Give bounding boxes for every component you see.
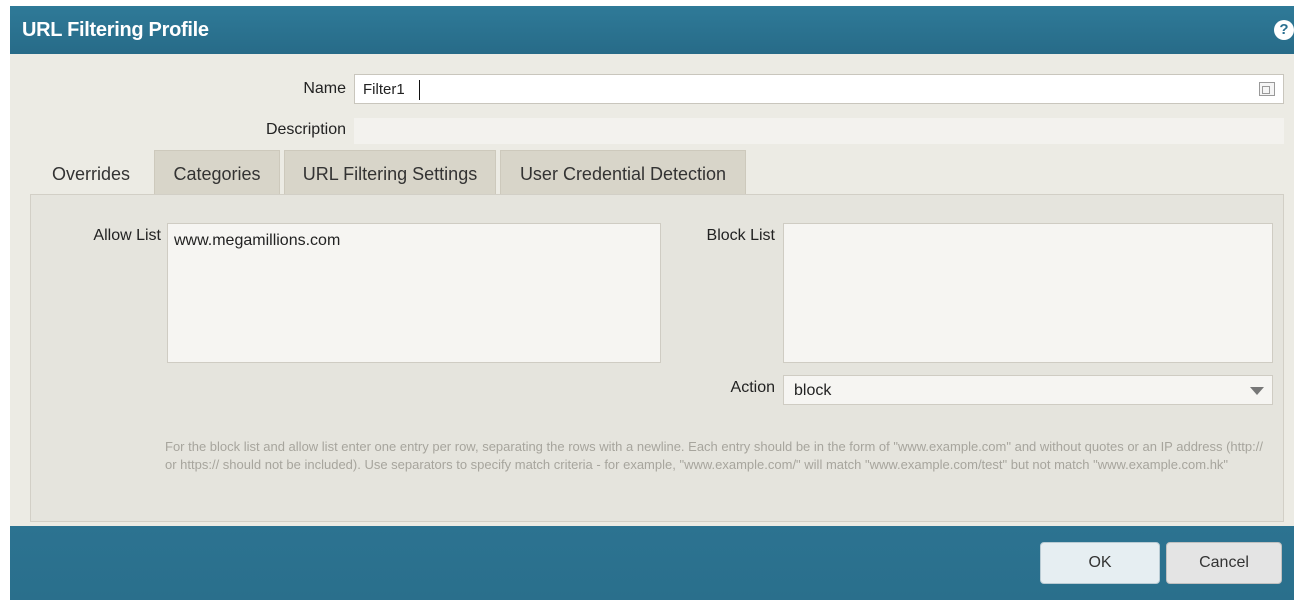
dialog-titlebar[interactable]: URL Filtering Profile ? — [10, 6, 1294, 54]
dialog-content: Name Filter1 Description Overrides Categ… — [10, 54, 1294, 526]
block-list-label: Block List — [706, 227, 775, 244]
cancel-button[interactable]: Cancel — [1166, 542, 1282, 584]
field-edit-icon[interactable] — [1259, 82, 1275, 96]
allow-list-entry: www.megamillions.com — [174, 232, 341, 249]
ok-button[interactable]: OK — [1040, 542, 1160, 584]
action-label: Action — [730, 379, 775, 396]
tab-overrides[interactable]: Overrides — [32, 150, 150, 196]
action-value: block — [794, 382, 832, 399]
description-field[interactable] — [354, 118, 1284, 144]
overrides-panel: Allow List www.megamillions.com Block Li… — [30, 194, 1284, 522]
chevron-down-icon[interactable] — [1250, 387, 1264, 395]
dialog-footer: OK Cancel — [10, 526, 1294, 600]
tab-url-filtering-settings[interactable]: URL Filtering Settings — [284, 150, 496, 196]
list-help-text: For the block list and allow list enter … — [165, 439, 1263, 472]
text-caret — [419, 80, 420, 100]
name-label: Name — [303, 80, 346, 97]
tab-categories[interactable]: Categories — [154, 150, 280, 196]
allow-list-box[interactable]: www.megamillions.com — [167, 223, 661, 363]
name-field[interactable]: Filter1 — [354, 74, 1284, 104]
dialog-title: URL Filtering Profile — [22, 19, 209, 41]
description-label: Description — [265, 121, 346, 138]
help-icon[interactable]: ? — [1274, 20, 1294, 40]
name-field-value: Filter1 — [363, 81, 405, 98]
allow-list-label: Allow List — [93, 227, 161, 244]
tab-user-credential-detection[interactable]: User Credential Detection — [500, 150, 746, 196]
action-select[interactable]: block — [783, 375, 1273, 405]
block-list-box[interactable] — [783, 223, 1273, 363]
url-filtering-profile-dialog: URL Filtering Profile ? Name Filter1 Des… — [10, 6, 1294, 600]
